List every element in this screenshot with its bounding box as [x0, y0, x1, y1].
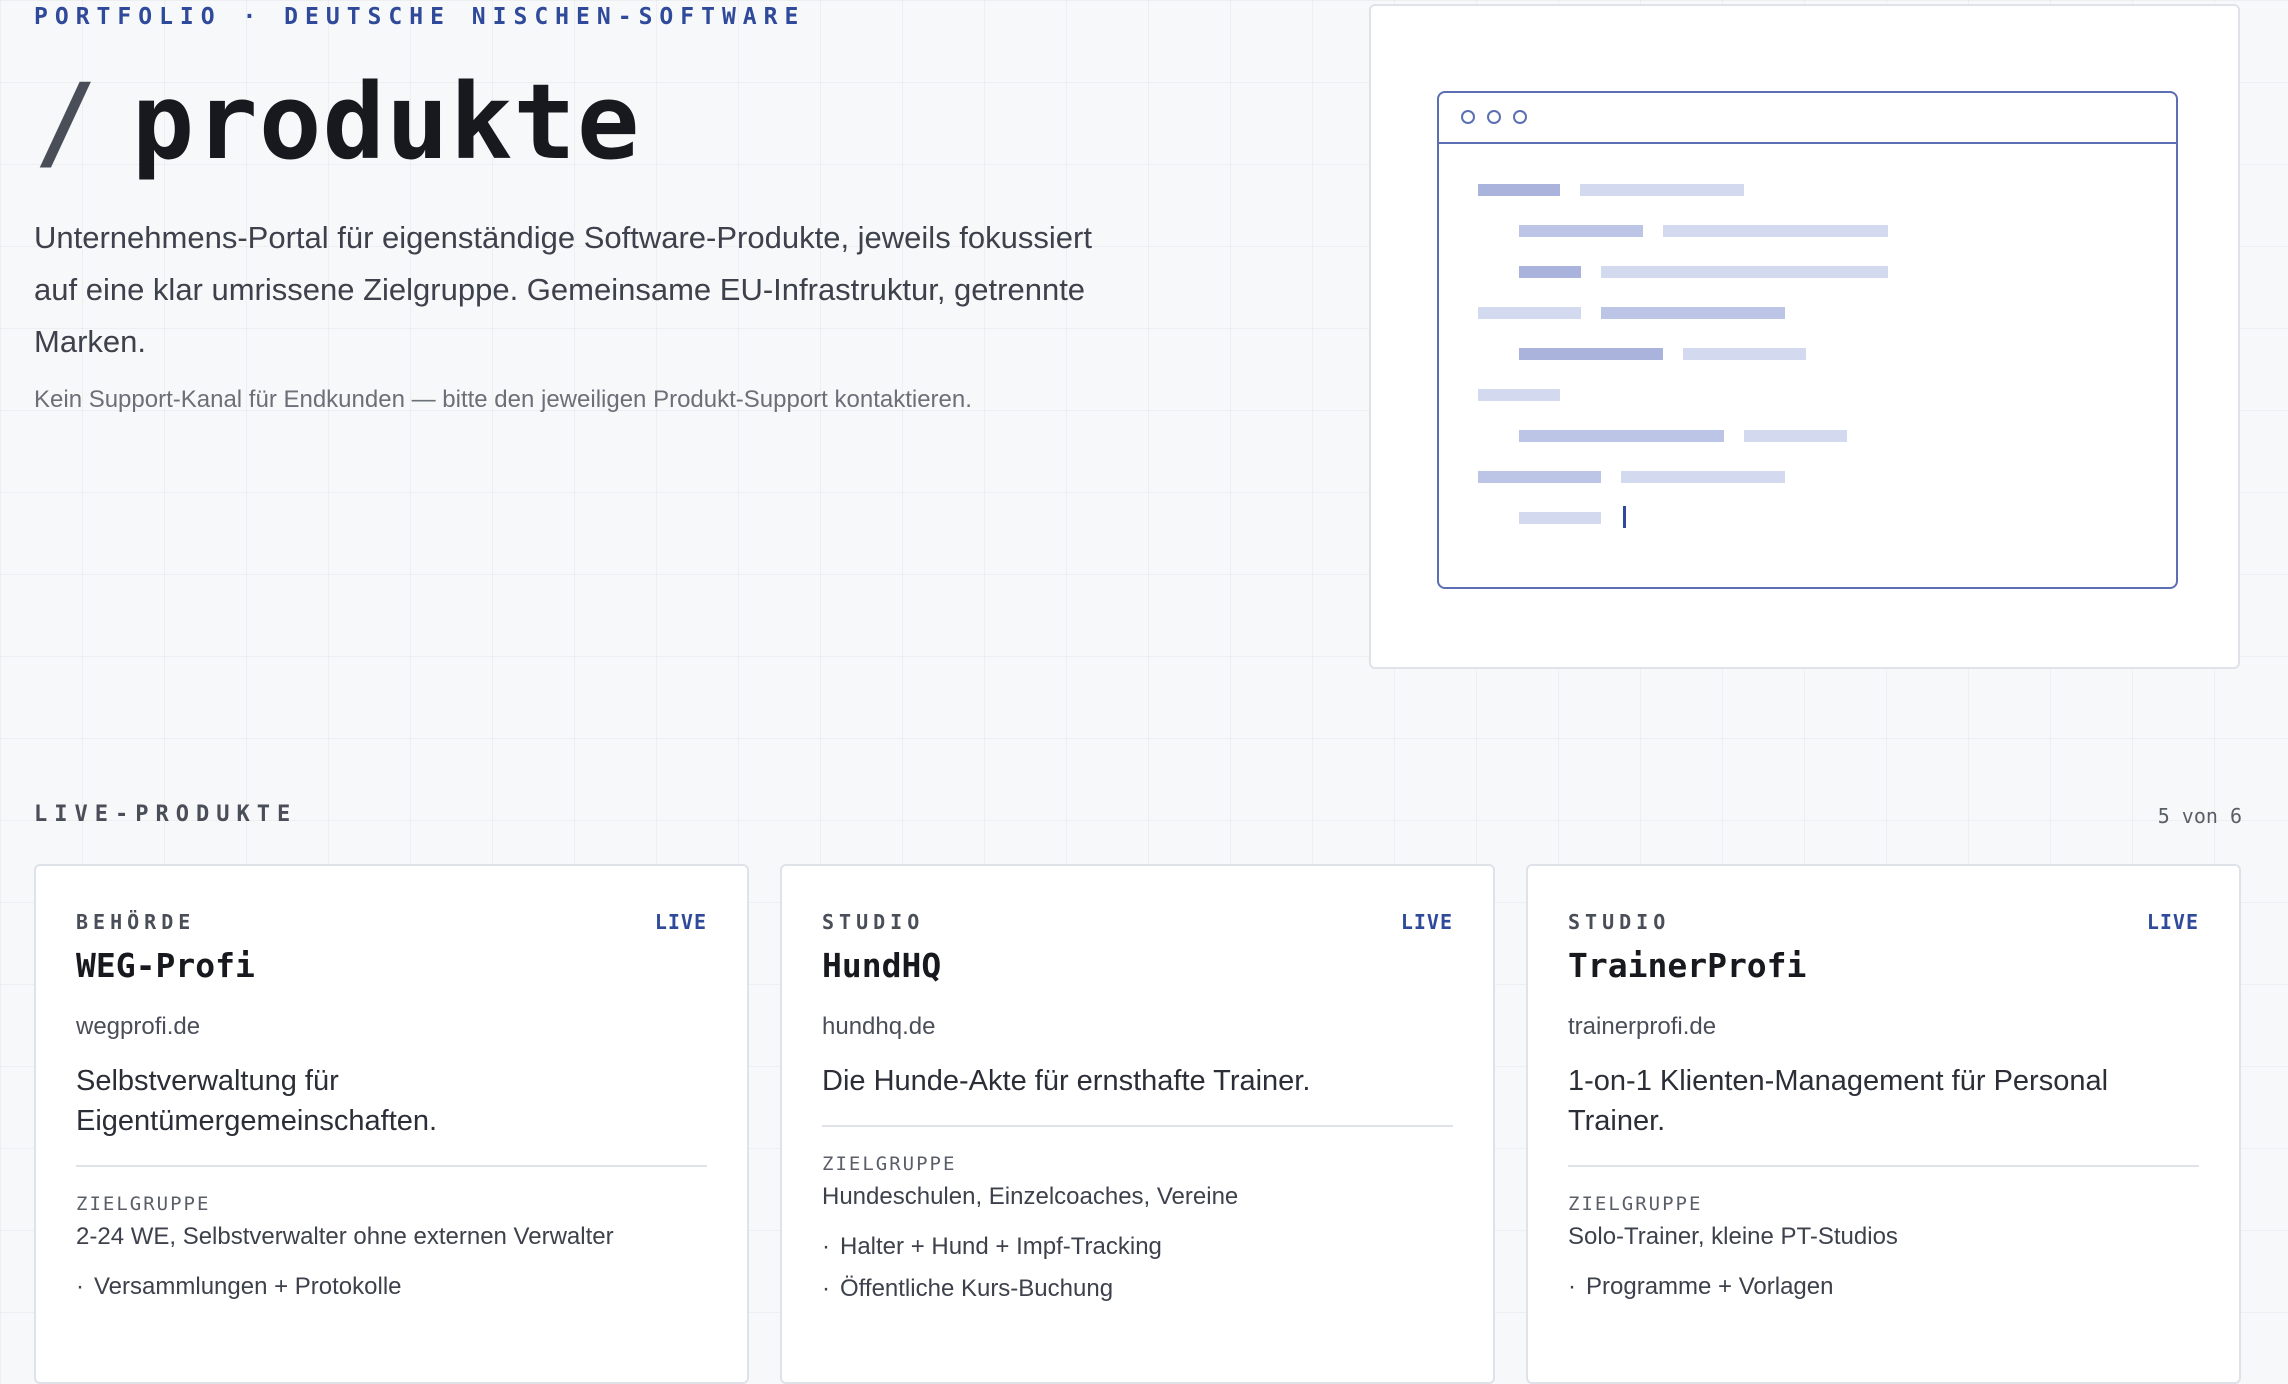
- code-line: [1519, 512, 1601, 524]
- feature-text: Versammlungen + Protokolle: [94, 1273, 402, 1300]
- product-tagline: Die Hunde-Akte für ernsthafte Trainer.: [822, 1065, 1311, 1097]
- code-line: [1519, 430, 1724, 442]
- product-domain-link[interactable]: hundhq.de: [822, 1013, 1453, 1041]
- product-domain-link[interactable]: trainerprofi.de: [1568, 1013, 2199, 1041]
- code-line: [1478, 471, 1601, 483]
- status-badge: LIVE: [1400, 910, 1453, 934]
- editor-window-graphic: [1437, 91, 2178, 589]
- product-category: STUDIO: [822, 910, 925, 934]
- eyebrow: PORTFOLIO · DEUTSCHE NISCHEN-SOFTWARE: [34, 4, 806, 30]
- code-line: [1519, 225, 1643, 237]
- bullet-icon: ·: [76, 1273, 84, 1300]
- product-name: WEG-Profi: [76, 946, 255, 985]
- product-domain-link[interactable]: wegprofi.de: [76, 1013, 707, 1041]
- code-line: [1683, 348, 1806, 360]
- target-value: 2-24 WE, Selbstverwalter ohne externen V…: [76, 1223, 614, 1250]
- title-slash: /: [34, 61, 98, 183]
- code-line: [1621, 471, 1785, 483]
- code-line: [1519, 348, 1663, 360]
- feature-text: Öffentliche Kurs-Buchung: [840, 1275, 1114, 1302]
- code-line: [1478, 389, 1560, 401]
- list-item: · Öffentliche Kurs-Buchung: [822, 1275, 1453, 1303]
- feature-text: Programme + Vorlagen: [1586, 1273, 1834, 1300]
- product-tagline: Selbstverwaltung für Eigentümergemeinsch…: [76, 1065, 438, 1137]
- code-line: [1744, 430, 1847, 442]
- card-divider: [76, 1165, 707, 1167]
- product-tagline: 1-on-1 Klienten-Management für Personal …: [1568, 1065, 2109, 1137]
- status-badge: LIVE: [2146, 910, 2199, 934]
- code-line: [1478, 184, 1560, 196]
- bullet-icon: ·: [822, 1275, 830, 1302]
- bullet-icon: ·: [1568, 1273, 1576, 1300]
- feature-list: · Halter + Hund + Impf-Tracking · Öffentli…: [822, 1233, 1453, 1303]
- status-badge: LIVE: [654, 910, 707, 934]
- title-text: produkte: [131, 61, 641, 183]
- bullet-icon: ·: [822, 1233, 830, 1260]
- product-card-trainerprofi[interactable]: STUDIO LIVE TrainerProfi trainerprofi.de…: [1526, 864, 2241, 1384]
- code-line: [1580, 184, 1744, 196]
- product-name: HundHQ: [822, 946, 942, 985]
- target-label: ZIELGRUPPE: [822, 1153, 957, 1175]
- card-divider: [822, 1125, 1453, 1127]
- page-title: / produkte: [34, 52, 641, 192]
- feature-text: Halter + Hund + Impf-Tracking: [840, 1233, 1162, 1260]
- list-item: · Halter + Hund + Impf-Tracking: [822, 1233, 1453, 1261]
- support-note: Kein Support-Kanal für Endkunden — bitte…: [34, 386, 972, 413]
- target-label: ZIELGRUPPE: [76, 1193, 211, 1215]
- code-line: [1601, 266, 1888, 278]
- target-value: Hundeschulen, Einzelcoaches, Vereine: [822, 1183, 1239, 1210]
- text-cursor-icon: [1623, 506, 1626, 528]
- lead-text: Unternehmens-Portal für eigenständige So…: [34, 220, 1092, 359]
- product-card-wegprofi[interactable]: BEHÖRDE LIVE WEG-Profi wegprofi.de Selbs…: [34, 864, 749, 1384]
- feature-list: · Versammlungen + Protokolle: [76, 1273, 707, 1301]
- target-label: ZIELGRUPPE: [1568, 1193, 1703, 1215]
- product-category: STUDIO: [1568, 910, 1671, 934]
- list-item: · Versammlungen + Protokolle: [76, 1273, 707, 1301]
- target-value: Solo-Trainer, kleine PT-Studios: [1568, 1223, 1898, 1250]
- product-category: BEHÖRDE: [76, 910, 196, 934]
- code-line: [1663, 225, 1888, 237]
- product-count: 5 von 6: [2157, 804, 2242, 828]
- editor-illustration: [1369, 4, 2240, 669]
- code-line: [1601, 307, 1785, 319]
- code-line: [1519, 266, 1581, 278]
- product-card-hundhq[interactable]: STUDIO LIVE HundHQ hundhq.de Die Hunde-A…: [780, 864, 1495, 1384]
- code-line: [1478, 307, 1581, 319]
- card-divider: [1568, 1165, 2199, 1167]
- feature-list: · Programme + Vorlagen: [1568, 1273, 2199, 1301]
- list-item: · Programme + Vorlagen: [1568, 1273, 2199, 1301]
- product-name: TrainerProfi: [1568, 946, 1807, 985]
- section-label: LIVE-PRODUKTE: [34, 802, 298, 827]
